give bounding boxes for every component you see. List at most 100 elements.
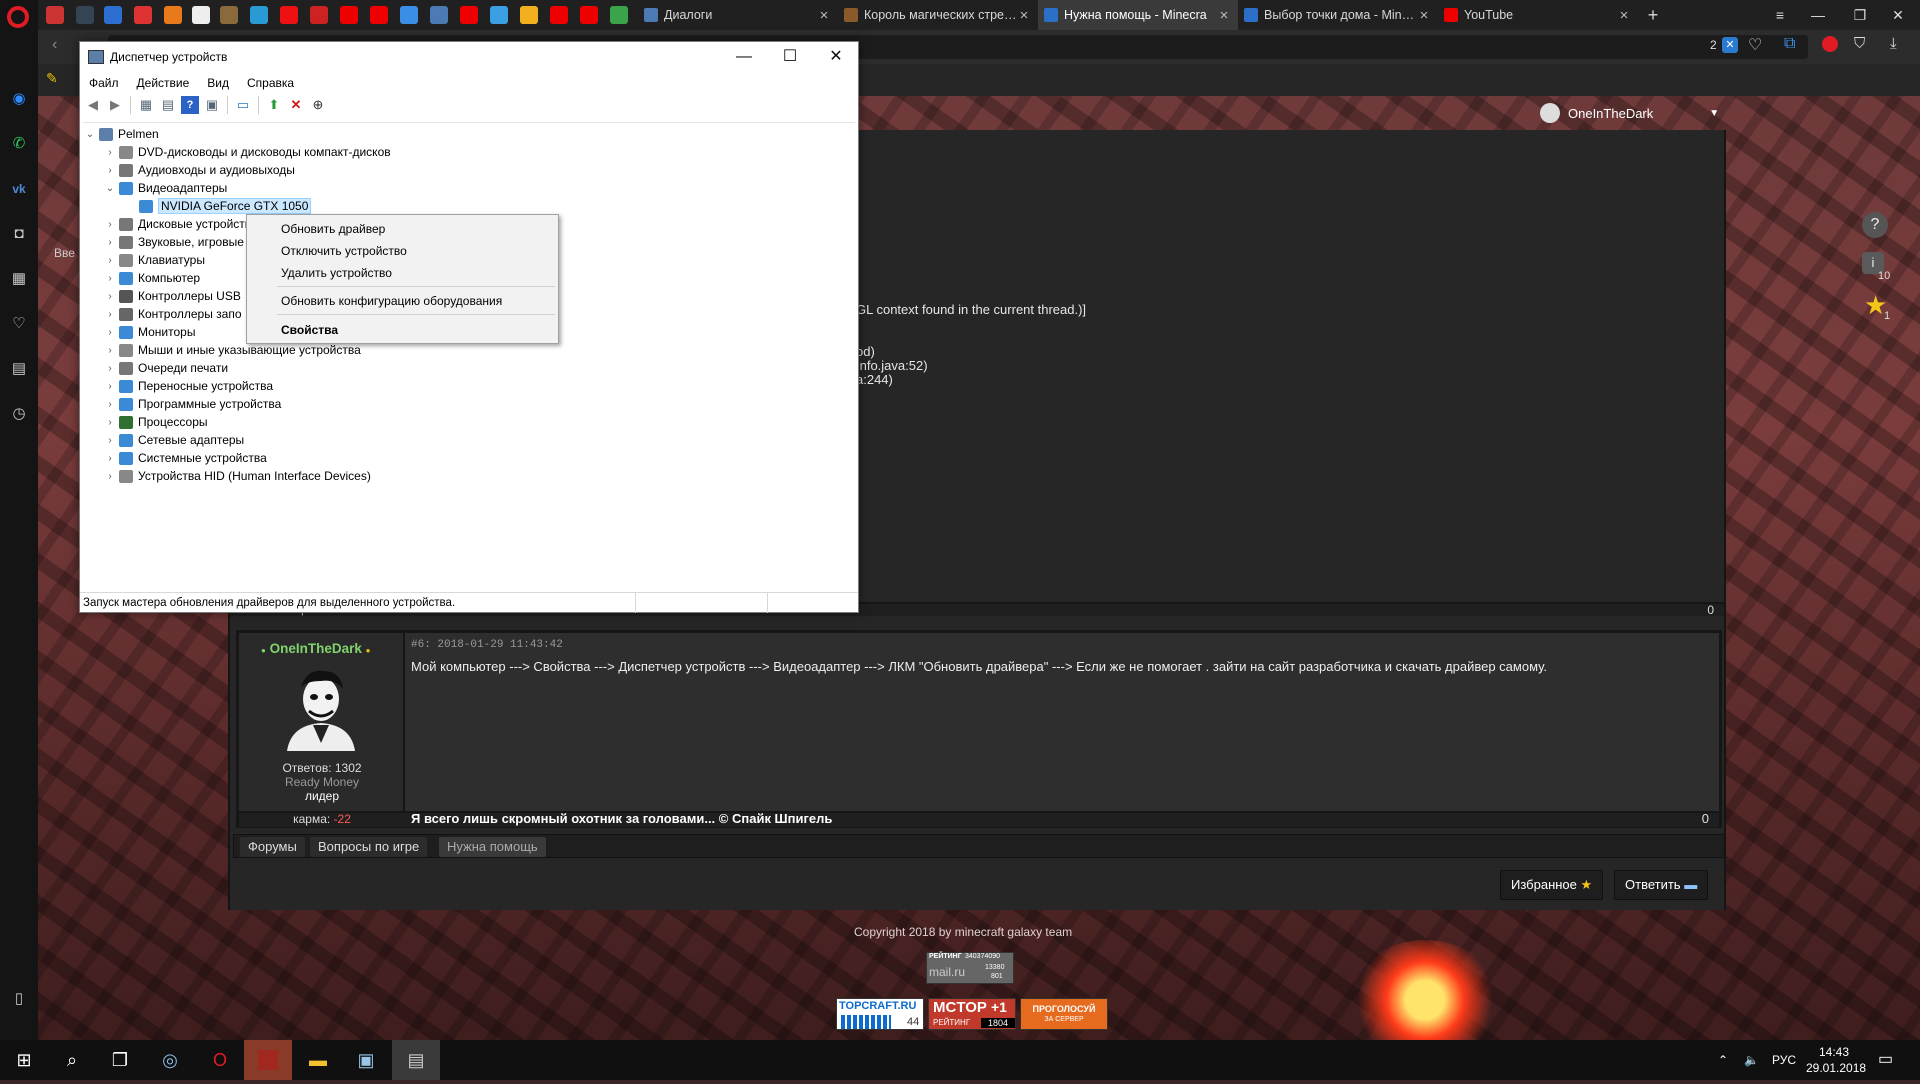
menu-disable-device[interactable]: Отключить устройство bbox=[281, 241, 407, 261]
tree-item[interactable]: › Клавиатуры bbox=[103, 251, 205, 269]
adblock-icon[interactable]: ✕ bbox=[1722, 37, 1738, 53]
heart-icon[interactable]: ♡ bbox=[8, 313, 30, 335]
pinned-tab[interactable] bbox=[490, 6, 508, 24]
topcraft-counter[interactable]: TOPCRAFT.RU 44 bbox=[836, 998, 924, 1030]
search-icon[interactable]: ⌕ bbox=[48, 1040, 96, 1080]
tab-dialogs[interactable]: Диалоги × bbox=[638, 0, 838, 30]
close-window-icon[interactable]: ✕ bbox=[1876, 0, 1920, 30]
pinned-tab[interactable] bbox=[400, 6, 418, 24]
windows-start-icon[interactable]: ⊞ bbox=[0, 1040, 48, 1080]
pinned-tab[interactable] bbox=[430, 6, 448, 24]
breadcrumb-need-help[interactable]: Нужна помощь bbox=[439, 837, 546, 857]
vk-icon[interactable]: vk bbox=[8, 178, 30, 200]
menu-file[interactable]: Файл bbox=[80, 72, 128, 94]
control-panel-icon[interactable]: ▣ bbox=[342, 1040, 390, 1080]
breadcrumb-game-questions[interactable]: Вопросы по игре bbox=[310, 837, 428, 857]
tab-king[interactable]: Король магических стре… × bbox=[838, 0, 1038, 30]
view-icon[interactable]: ▣ bbox=[203, 96, 221, 114]
minimize-icon[interactable]: — bbox=[721, 42, 767, 72]
steam-icon[interactable]: ◎ bbox=[146, 1040, 194, 1080]
menu-properties[interactable]: Свойства bbox=[281, 320, 338, 340]
close-icon[interactable]: × bbox=[1016, 7, 1032, 24]
pinned-tab[interactable] bbox=[340, 6, 358, 24]
task-view-icon[interactable]: ❐ bbox=[96, 1040, 144, 1080]
pinned-tab[interactable] bbox=[134, 6, 152, 24]
keyboard-lang[interactable]: РУС bbox=[1772, 1040, 1796, 1080]
tree-item[interactable]: › DVD-дисководы и дисководы компакт-диско… bbox=[103, 143, 390, 161]
tree-item[interactable]: › Звуковые, игровые bbox=[103, 233, 244, 251]
back-arrow-icon[interactable]: ◀ bbox=[84, 96, 102, 114]
download-icon[interactable]: ⤓ bbox=[1890, 35, 1897, 52]
properties-icon[interactable]: ▦ bbox=[137, 96, 155, 114]
news-icon[interactable]: ▤ bbox=[8, 358, 30, 380]
tree-item[interactable]: › Процессоры bbox=[103, 413, 207, 431]
pinned-tab[interactable] bbox=[280, 6, 298, 24]
pinned-tab[interactable] bbox=[76, 6, 94, 24]
opera-logo-icon[interactable] bbox=[7, 6, 29, 28]
tree-item[interactable]: › Аудиовходы и аудиовыходы bbox=[103, 161, 295, 179]
pinned-tab[interactable] bbox=[610, 6, 628, 24]
sidebar-toggle-icon[interactable]: ▯ bbox=[8, 988, 30, 1010]
menu-action[interactable]: Действие bbox=[128, 72, 199, 94]
tree-item[interactable]: ⌄ Видеоадаптеры bbox=[103, 179, 227, 197]
vote-button[interactable]: ПРОГОЛОСУЙ ЗА СЕРВЕР bbox=[1020, 998, 1108, 1030]
new-tab-button[interactable]: + bbox=[1638, 0, 1668, 30]
tree-item[interactable]: › Устройства HID (Human Interface Devices… bbox=[103, 467, 371, 485]
snapshot-icon[interactable]: ⧉ bbox=[1784, 35, 1795, 53]
pinned-tab[interactable] bbox=[250, 6, 268, 24]
notifications-icon[interactable]: ▭ bbox=[1878, 1040, 1893, 1080]
tree-item[interactable]: › Сетевые адаптеры bbox=[103, 431, 244, 449]
post-meta[interactable]: #6: 2018-01-29 11:43:42 bbox=[411, 639, 563, 651]
pinned-tab[interactable] bbox=[220, 6, 238, 24]
shield-icon[interactable]: ⛉ bbox=[1854, 35, 1865, 52]
tab-help[interactable]: Нужна помощь - Minecra × bbox=[1038, 0, 1238, 30]
mctop-counter[interactable]: MCTOP +1 РЕЙТИНГ 1804 bbox=[928, 998, 1016, 1030]
back-icon[interactable]: ‹ bbox=[52, 36, 57, 54]
tree-item-selected[interactable]: NVIDIA GeForce GTX 1050 bbox=[123, 197, 312, 215]
messenger-icon[interactable]: ◉ bbox=[8, 88, 30, 110]
pinned-tab[interactable] bbox=[580, 6, 598, 24]
tree-item[interactable]: › Компьютер bbox=[103, 269, 200, 287]
pinned-tab[interactable] bbox=[460, 6, 478, 24]
wand-icon[interactable]: ✎ bbox=[46, 70, 58, 87]
pinned-tab[interactable] bbox=[104, 6, 122, 24]
help-icon[interactable]: ? bbox=[181, 96, 199, 114]
menu-update-driver[interactable]: Обновить драйвер bbox=[281, 219, 385, 239]
close-icon[interactable]: × bbox=[1616, 7, 1632, 24]
favorite-button[interactable]: Избранное ★ bbox=[1500, 870, 1604, 900]
help-icon[interactable]: ? bbox=[1862, 212, 1888, 238]
monitor-icon[interactable]: ▭ bbox=[234, 96, 252, 114]
tree-item[interactable]: › Очереди печати bbox=[103, 359, 228, 377]
tree-item[interactable]: › Мониторы bbox=[103, 323, 195, 341]
device-manager-taskbar-icon[interactable]: ▤ bbox=[392, 1040, 440, 1080]
menu-help[interactable]: Справка bbox=[238, 72, 303, 94]
pinned-tab[interactable] bbox=[550, 6, 568, 24]
tree-item[interactable]: › Системные устройства bbox=[103, 449, 266, 467]
reply-button[interactable]: Ответить ▬ bbox=[1614, 870, 1709, 900]
opera-ext-icon[interactable] bbox=[1822, 36, 1838, 52]
grid-icon[interactable]: ▦ bbox=[8, 268, 30, 290]
clock[interactable]: 14:43 29.01.2018 bbox=[1806, 1040, 1866, 1080]
bookmark-heart-icon[interactable]: ♡ bbox=[1748, 35, 1762, 55]
tab-home-point[interactable]: Выбор точки дома - Min… × bbox=[1238, 0, 1438, 30]
minecraft-taskbar-icon[interactable] bbox=[244, 1040, 292, 1080]
download-driver-icon[interactable]: ⊕ bbox=[309, 96, 327, 114]
list-icon[interactable]: ▤ bbox=[159, 96, 177, 114]
pinned-tab[interactable] bbox=[46, 6, 64, 24]
volume-icon[interactable]: 🔈 bbox=[1744, 1040, 1759, 1080]
menu-uninstall-device[interactable]: Удалить устройство bbox=[281, 263, 392, 283]
camera-icon[interactable]: ◘ bbox=[8, 223, 30, 245]
maximize-icon[interactable]: ☐ bbox=[767, 42, 813, 72]
whatsapp-icon[interactable]: ✆ bbox=[8, 133, 30, 155]
tab-youtube[interactable]: YouTube × bbox=[1438, 0, 1638, 30]
menu-scan-hardware[interactable]: Обновить конфигурацию оборудования bbox=[281, 291, 502, 311]
tree-item[interactable]: › Контроллеры USB bbox=[103, 287, 241, 305]
tray-chevron-icon[interactable]: ⌃ bbox=[1718, 1040, 1728, 1080]
tree-item[interactable]: › Дисковые устройства bbox=[103, 215, 257, 233]
menu-view[interactable]: Вид bbox=[198, 72, 238, 94]
pinned-tab[interactable] bbox=[520, 6, 538, 24]
close-icon[interactable]: ✕ bbox=[813, 42, 859, 72]
opera-taskbar-icon[interactable]: O bbox=[196, 1040, 244, 1080]
mailru-counter[interactable]: РЕЙТИНГ 340374090 mail.ru 13380 801 bbox=[926, 952, 1014, 984]
breadcrumb-forums[interactable]: Форумы bbox=[240, 837, 305, 857]
